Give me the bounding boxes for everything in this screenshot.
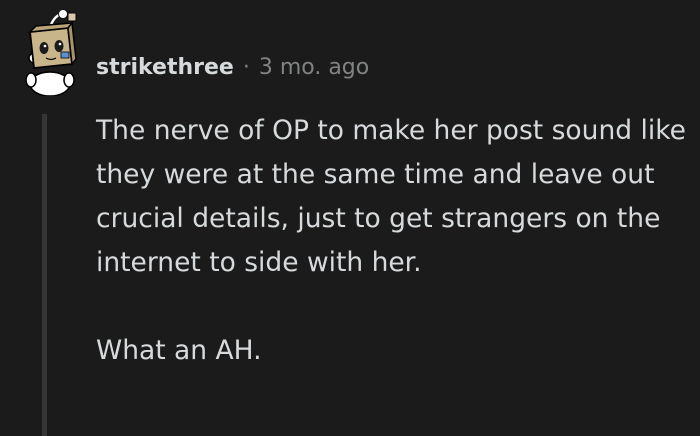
comment-paragraph: The nerve of OP to make her post sound l… (96, 115, 686, 278)
timestamp-link[interactable]: 3 mo. ago (259, 55, 369, 80)
comment-header: strikethree · 3 mo. ago (96, 50, 369, 84)
comment: strikethree · 3 mo. ago The nerve of OP … (0, 0, 700, 436)
username-link[interactable]: strikethree (96, 55, 234, 80)
comment-body: The nerve of OP to make her post sound l… (96, 109, 686, 373)
meta-separator: · (242, 54, 250, 80)
collapse-thread-line[interactable] (42, 114, 47, 436)
snoo-avatar-icon[interactable] (6, 8, 84, 97)
comment-paragraph: What an AH. (96, 335, 262, 366)
